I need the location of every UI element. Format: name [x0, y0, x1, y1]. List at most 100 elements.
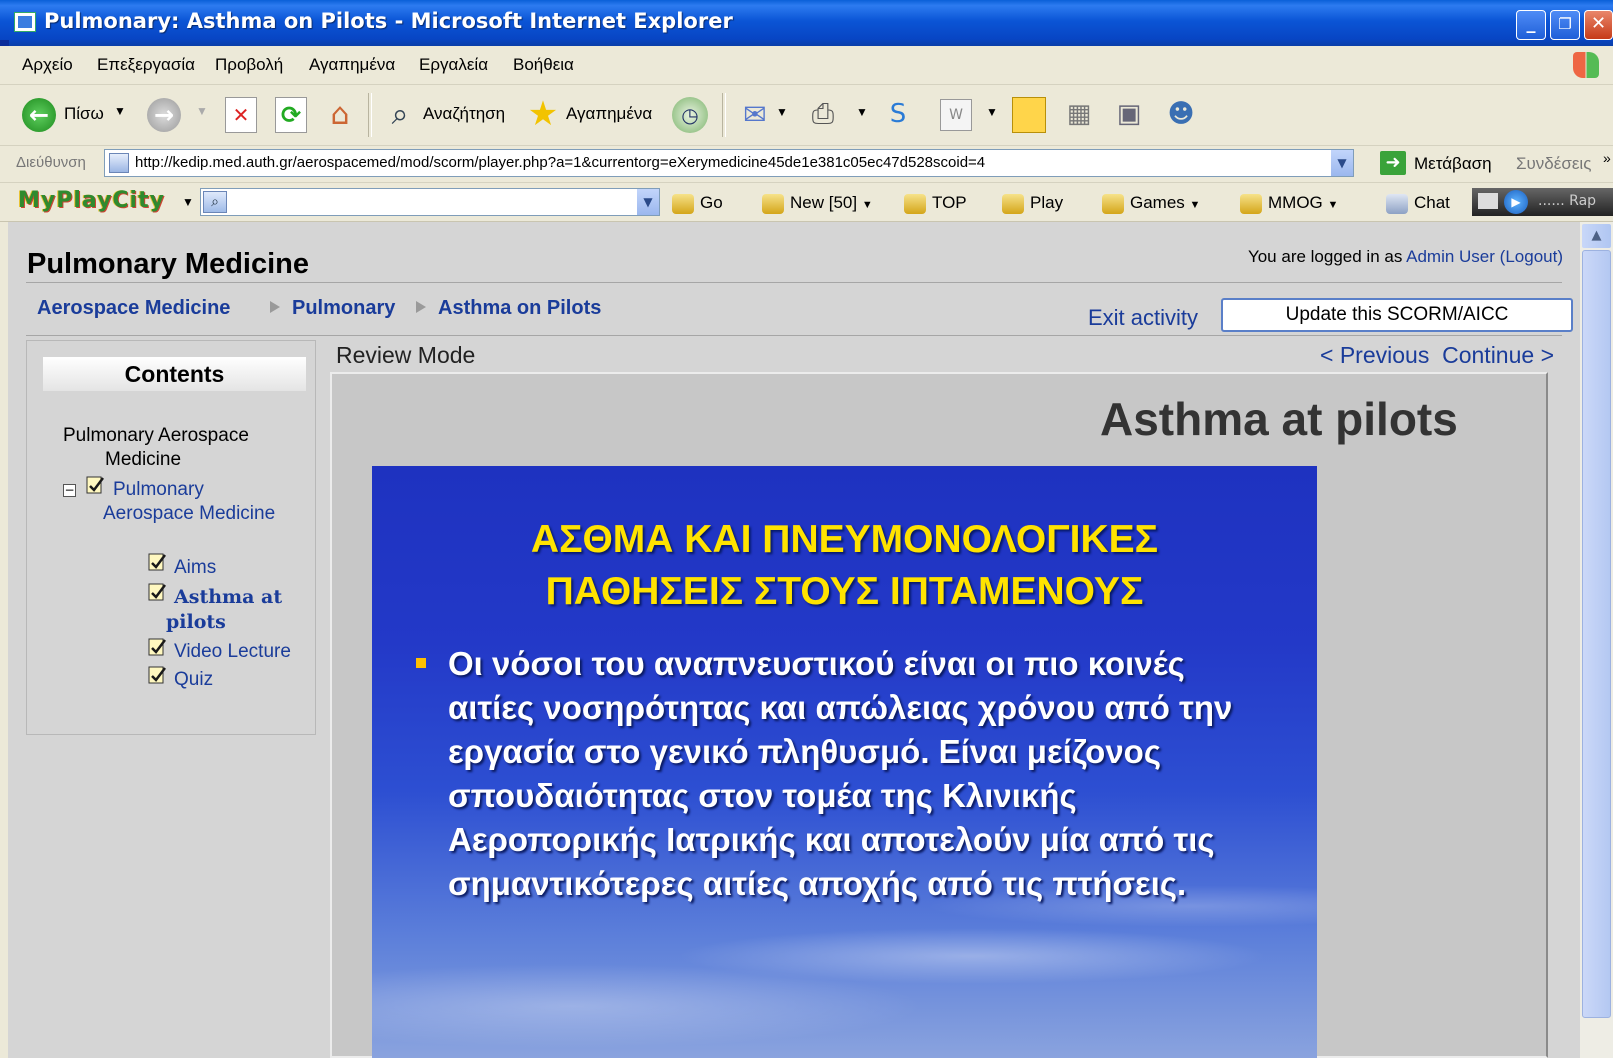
back-arrow-icon[interactable]: ← [22, 98, 56, 132]
address-label: Διεύθυνση [16, 154, 86, 171]
slide-body-text: Οι νόσοι του αναπνευστικού είναι οι πιο … [448, 645, 1233, 902]
stop-icon[interactable]: ✕ [225, 97, 257, 133]
menu-view[interactable]: Προβολή [215, 55, 283, 75]
refresh-icon[interactable]: ⟳ [275, 97, 307, 133]
toc-pulmonary-line1[interactable]: Pulmonary [113, 479, 204, 501]
update-scorm-button[interactable]: Update this SCORM/AICC [1221, 298, 1573, 332]
toc-pulmonary-line2[interactable]: Aerospace Medicine [103, 503, 275, 525]
logout-link[interactable]: (Logout) [1500, 247, 1563, 266]
login-prefix: You are logged in as [1247, 247, 1407, 266]
history-icon[interactable]: ◷ [672, 97, 708, 133]
note-icon[interactable] [1012, 97, 1046, 133]
edit-page-icon[interactable]: W [940, 99, 972, 131]
games-link[interactable]: Games ▼ [1102, 193, 1200, 214]
play-media-icon[interactable]: ▶ [1504, 190, 1528, 214]
toc-item-aims[interactable]: Aims [174, 557, 216, 579]
menu-favorites[interactable]: Αγαπημένα [309, 55, 395, 75]
chat-link[interactable]: Chat [1386, 193, 1450, 214]
title-bar[interactable]: Pulmonary: Asthma on Pilots - Microsoft … [0, 0, 1613, 46]
print-icon[interactable]: ⎙ [804, 97, 842, 131]
mmog-link-label: MMOG [1268, 193, 1323, 212]
edit-dropdown-icon[interactable]: ▼ [986, 105, 998, 119]
play-link-label: Play [1030, 193, 1064, 212]
games-dropdown-icon[interactable]: ▼ [1190, 199, 1201, 211]
search-dropdown-icon[interactable]: ▼ [637, 189, 659, 215]
presentation-slide: ΑΣΘΜΑ ΚΑΙ ΠΝΕΥΜΟΝΟΛΟΓΙΚΕΣ ΠΑΘΗΣΕΙΣ ΣΤΟΥΣ… [372, 466, 1317, 1058]
messenger-tools-icon[interactable]: ▣ [1110, 95, 1148, 133]
logo-dropdown-icon[interactable]: ▼ [182, 195, 194, 209]
new-dropdown-icon[interactable]: ▼ [862, 199, 873, 211]
mail-dropdown-icon[interactable]: ▼ [776, 105, 788, 119]
toc-item-asthma-line1[interactable]: Asthma at [174, 586, 282, 608]
search-button-label[interactable]: Αναζήτηση [423, 104, 505, 124]
address-dropdown-icon[interactable]: ▼ [1331, 150, 1353, 176]
home-icon[interactable]: ⌂ [322, 95, 358, 133]
menu-file[interactable]: Αρχείο [22, 55, 73, 75]
completed-check-icon [147, 551, 167, 571]
menu-tools[interactable]: Εργαλεία [419, 55, 488, 75]
completed-check-icon [147, 581, 167, 601]
go-button[interactable]: Μετάβαση [1414, 154, 1492, 174]
forward-arrow-icon[interactable]: → [147, 98, 181, 132]
new-link[interactable]: New [50] ▼ [762, 193, 873, 214]
top-icon [904, 193, 926, 214]
course-title-line1: Pulmonary Aerospace [63, 425, 249, 446]
menu-help[interactable]: Βοήθεια [513, 55, 574, 75]
forward-dropdown-icon[interactable]: ▼ [196, 104, 208, 118]
course-title-line2: Medicine [105, 449, 182, 470]
site-title: Pulmonary Medicine [27, 248, 310, 280]
skype-icon[interactable]: S [880, 95, 916, 133]
research-icon[interactable]: ▦ [1060, 95, 1098, 133]
toolbar-search-input[interactable]: ⌕ ▼ [200, 188, 660, 216]
minimize-button[interactable]: _ [1516, 10, 1546, 40]
back-button-label[interactable]: Πίσω [64, 104, 104, 124]
user-link[interactable]: Admin User [1406, 247, 1495, 266]
page-icon [109, 153, 129, 173]
links-overflow-icon[interactable]: » [1603, 150, 1611, 166]
magnifier-icon[interactable]: ⌕ [203, 191, 227, 213]
mmog-link[interactable]: MMOG ▼ [1240, 193, 1338, 214]
menu-edit[interactable]: Επεξεργασία [97, 55, 195, 75]
breadcrumb-asthma-on-pilots[interactable]: Asthma on Pilots [438, 297, 601, 320]
bullet-icon [416, 658, 426, 668]
links-label[interactable]: Συνδέσεις [1516, 154, 1591, 174]
continue-link[interactable]: Continue > [1442, 342, 1554, 368]
scrollbar-thumb[interactable] [1582, 250, 1611, 1018]
window-title: Pulmonary: Asthma on Pilots - Microsoft … [44, 9, 733, 33]
games-link-label: Games [1130, 193, 1185, 212]
previous-link[interactable]: < Previous [1320, 342, 1429, 368]
media-player-widget[interactable]: ▶ ...... Rap [1472, 188, 1613, 216]
scroll-up-icon[interactable]: ▲ [1582, 224, 1611, 248]
close-button[interactable]: ✕ [1584, 10, 1613, 40]
print-dropdown-icon[interactable]: ▼ [856, 105, 868, 119]
toc-item-asthma-line2[interactable]: pilots [166, 611, 226, 633]
completed-check-icon [147, 664, 167, 684]
toc-item-video-lecture[interactable]: Video Lecture [174, 641, 291, 663]
search-icon[interactable]: ⌕ [382, 95, 418, 133]
favorites-star-icon[interactable]: ★ [524, 94, 562, 134]
media-title: ...... Rap [1538, 193, 1597, 209]
collapse-icon[interactable]: − [63, 484, 76, 497]
go-arrow-icon[interactable]: ➜ [1380, 151, 1406, 175]
go-link[interactable]: Go [672, 193, 723, 214]
myplaycity-logo[interactable]: MyPlayCity [18, 188, 165, 213]
top-link[interactable]: TOP [904, 193, 967, 214]
exit-activity-link[interactable]: Exit activity [1088, 305, 1198, 331]
address-url[interactable]: http://kedip.med.auth.gr/aerospacemed/mo… [135, 154, 985, 171]
breadcrumb-pulmonary[interactable]: Pulmonary [292, 297, 395, 320]
address-input[interactable]: http://kedip.med.auth.gr/aerospacemed/mo… [104, 149, 1354, 177]
page-content: Pulmonary Medicine You are logged in as … [8, 222, 1580, 1058]
back-dropdown-icon[interactable]: ▼ [114, 104, 126, 118]
vertical-scrollbar[interactable]: ▲ [1580, 222, 1613, 1058]
toc-item-quiz[interactable]: Quiz [174, 669, 213, 691]
stop-media-icon[interactable] [1478, 193, 1498, 209]
mail-icon[interactable]: ✉ [738, 97, 772, 131]
play-link[interactable]: Play [1002, 193, 1063, 214]
slide-heading-line1: ΑΣΘΜΑ ΚΑΙ ΠΝΕΥΜΟΝΟΛΟΓΙΚΕΣ [530, 518, 1159, 561]
mmog-dropdown-icon[interactable]: ▼ [1328, 199, 1339, 211]
favorites-button-label[interactable]: Αγαπημένα [566, 104, 652, 124]
rss-icon [762, 193, 784, 214]
messenger-icon[interactable]: ☻ [1162, 95, 1200, 133]
restore-button[interactable]: ❐ [1550, 10, 1580, 40]
breadcrumb-aerospace-medicine[interactable]: Aerospace Medicine [37, 297, 230, 320]
